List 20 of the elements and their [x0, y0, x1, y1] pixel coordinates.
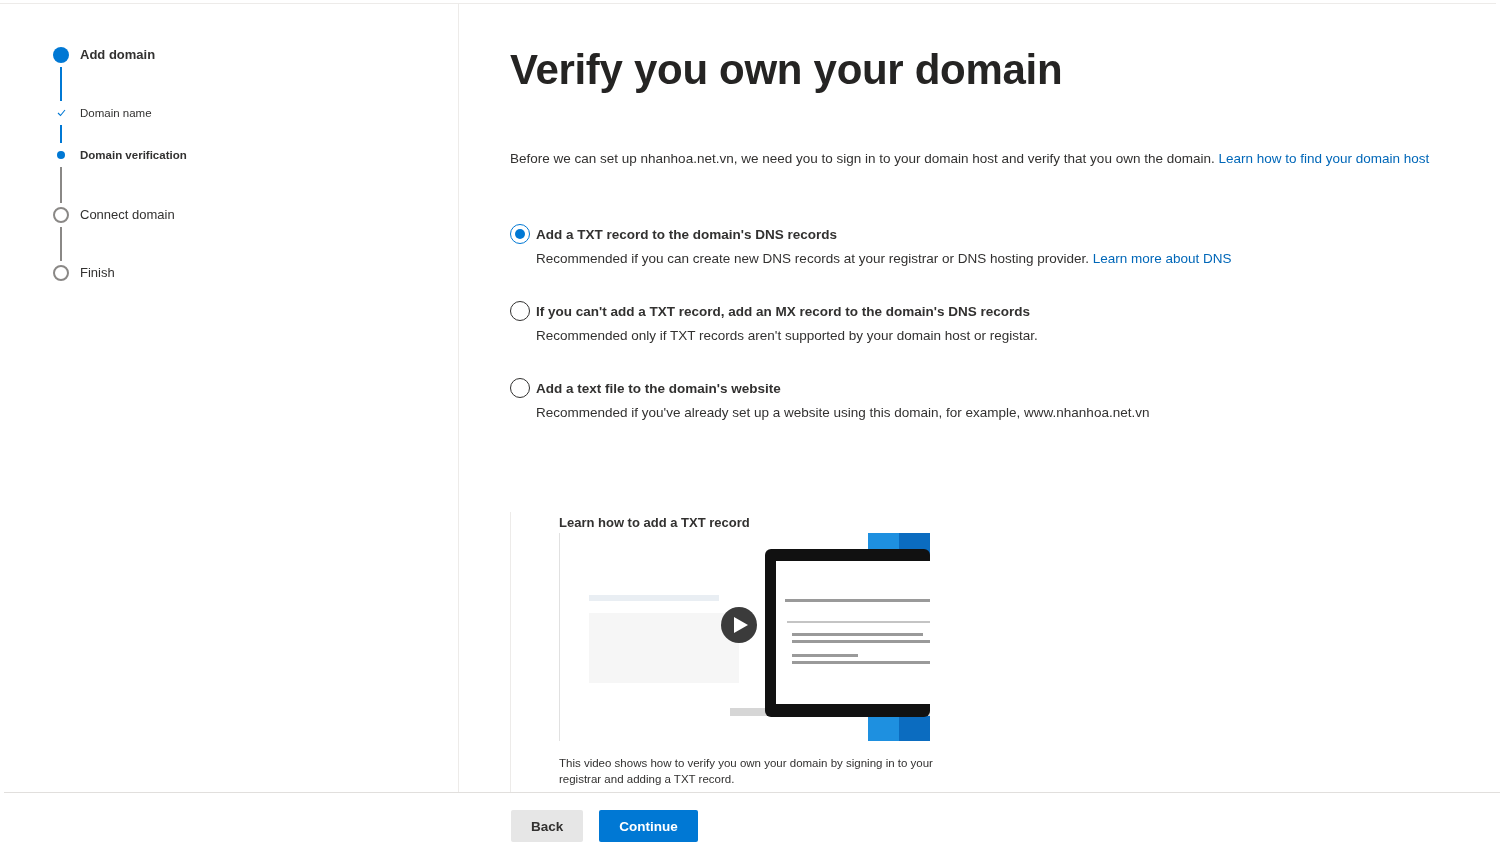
option-description: Recommended if you've already set up a website using this domain, for example, www.nhanhoa.net.vn: [536, 404, 1151, 422]
option-description: Recommended only if TXT records aren't supported by your domain host or registar.: [536, 327, 1039, 345]
back-button[interactable]: Back: [511, 810, 584, 842]
video-title: Learn how to add a TXT record: [559, 515, 751, 531]
option-description: Recommended if you can create new DNS records at your registrar or DNS hosting provider. Learn more about DNS: [536, 250, 1233, 268]
option-label: Add a TXT record to the domain's DNS records: [536, 226, 837, 242]
option-label: Add a text file to the domain's website: [536, 380, 781, 396]
intro-text: Before we can set up nhanhoa.net.vn, we need you to sign in to your domain host and verify that you own the domain. Learn how to find your domain host: [510, 150, 1431, 168]
step-label: Domain name: [80, 106, 152, 121]
step-label: Add domain: [80, 47, 156, 64]
video-caption: This video shows how to verify you own your domain by signing in to your registrar and adding a TXT record.: [559, 756, 934, 787]
step-label: Domain verification: [80, 148, 187, 163]
play-button[interactable]: [721, 607, 757, 643]
step-label: Finish: [80, 265, 115, 282]
dns-link[interactable]: Learn more about DNS: [1092, 251, 1232, 266]
page-title: Verify you own your domain: [510, 45, 1064, 95]
option-label: If you can't add a TXT record, add an MX record to the domain's DNS records: [536, 303, 1030, 319]
step-label: Connect domain: [80, 207, 175, 224]
help-link[interactable]: Learn how to find your domain host: [1218, 151, 1430, 166]
continue-button[interactable]: Continue: [599, 810, 698, 842]
